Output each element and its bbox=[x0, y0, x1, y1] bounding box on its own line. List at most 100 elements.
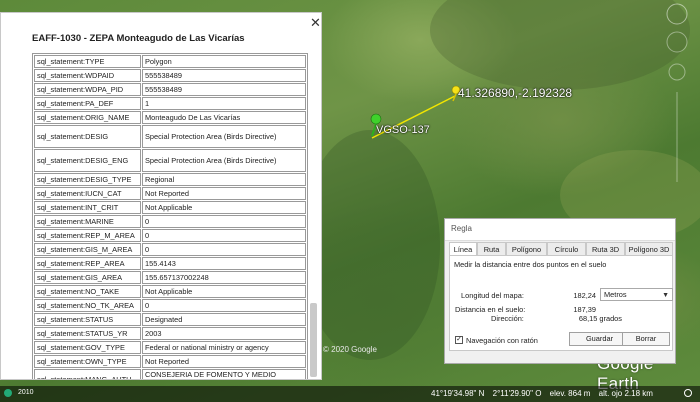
attribute-value: Not Reported bbox=[142, 355, 306, 368]
attribute-value: 0 bbox=[142, 243, 306, 256]
table-row: sql_statement:STATUS_YR 2003 bbox=[34, 327, 306, 340]
longitude-readout: 2°11'29.90" O bbox=[492, 389, 542, 398]
direction-label: Dirección: bbox=[491, 314, 524, 323]
chevron-down-icon: ▼ bbox=[662, 292, 669, 299]
attribute-value: Not Reported bbox=[142, 187, 306, 200]
attribute-value: 0 bbox=[142, 299, 306, 312]
attribute-key: sql_statement:GOV_TYPE bbox=[34, 341, 141, 354]
table-row: sql_statement:NO_TK_AREA 0 bbox=[34, 299, 306, 312]
attribute-key: sql_statement:REP_AREA bbox=[34, 257, 141, 270]
attribute-key: sql_statement:DESIG bbox=[34, 125, 141, 148]
attribute-value: CONSEJERIA DE FOMENTO Y MEDIO AMBIENTE bbox=[142, 369, 306, 379]
tab-linea[interactable]: Línea bbox=[449, 242, 477, 256]
attribute-key: sql_statement:STATUS_YR bbox=[34, 327, 141, 340]
scrollbar-thumb[interactable] bbox=[310, 303, 317, 377]
table-row: sql_statement:REP_AREA 155.4143 bbox=[34, 257, 306, 270]
attribute-key: sql_statement:DESIG_ENG bbox=[34, 149, 141, 172]
clear-button[interactable]: Borrar bbox=[622, 332, 670, 346]
attribute-value: 555538489 bbox=[142, 83, 306, 96]
attribute-key: sql_statement:IUCN_CAT bbox=[34, 187, 141, 200]
table-row: sql_statement:DESIG_ENG Special Protectio… bbox=[34, 149, 306, 172]
ground-distance-value: 187,39 bbox=[573, 305, 596, 314]
status-bar: 2010 41°19'34.98" N 2°11'29.90" O elev. … bbox=[0, 386, 700, 402]
streaming-icon bbox=[684, 389, 692, 397]
tab-ruta-3d[interactable]: Ruta 3D bbox=[586, 242, 625, 255]
attribute-value: Designated bbox=[142, 313, 306, 326]
dialog-body: Medir la distancia entre dos puntos en e… bbox=[449, 255, 673, 351]
info-balloon: ✕ EAFF-1030 - ZEPA Monteagudo de Las Vic… bbox=[0, 12, 322, 380]
copyright-text: © 2020 Google bbox=[323, 345, 377, 354]
save-button[interactable]: Guardar bbox=[569, 332, 630, 346]
table-row: sql_statement:GIS_AREA 155.657137002248 bbox=[34, 271, 306, 284]
elevation-readout: elev. 864 m bbox=[549, 389, 591, 398]
map-length-value: 182,24 bbox=[573, 291, 596, 300]
direction-value: 68,15 grados bbox=[578, 314, 622, 323]
attribute-value: Regional bbox=[142, 173, 306, 186]
mouse-navigation-checkbox[interactable]: ✓ bbox=[455, 336, 463, 344]
table-row: sql_statement:NO_TAKE Not Applicable bbox=[34, 285, 306, 298]
attribute-key: sql_statement:INT_CRIT bbox=[34, 201, 141, 214]
coordinate-label: 41.326890,-2.192328 bbox=[458, 86, 573, 100]
close-icon[interactable]: ✕ bbox=[310, 15, 321, 31]
table-row: sql_statement:INT_CRIT Not Applicable bbox=[34, 201, 306, 214]
table-row: sql_statement:REP_M_AREA 0 bbox=[34, 229, 306, 242]
attribute-value: Monteagudo De Las Vicarías bbox=[142, 111, 306, 124]
attribute-value: Special Protection Area (Birds Directive… bbox=[142, 125, 306, 148]
attribute-value: Not Applicable bbox=[142, 201, 306, 214]
attribute-key: sql_statement:NO_TK_AREA bbox=[34, 299, 141, 312]
table-row: sql_statement:WDPA_PID 555538489 bbox=[34, 83, 306, 96]
table-row: sql_statement:IUCN_CAT Not Reported bbox=[34, 187, 306, 200]
attribute-value: Federal or national ministry or agency bbox=[142, 341, 306, 354]
ruler-dialog: Regla Línea Ruta Polígono Círculo Ruta 3… bbox=[444, 218, 676, 364]
attribute-key: sql_statement:GIS_AREA bbox=[34, 271, 141, 284]
imagery-year: 2010 bbox=[18, 389, 34, 396]
mouse-navigation-label: Navegación con ratón bbox=[466, 336, 538, 345]
table-row: sql_statement:DESIG_TYPE Regional bbox=[34, 173, 306, 186]
attribute-key: sql_statement:PA_DEF bbox=[34, 97, 141, 110]
attribute-key: sql_statement:DESIG_TYPE bbox=[34, 173, 141, 186]
table-row: sql_statement:MARINE 0 bbox=[34, 215, 306, 228]
dialog-title: Regla bbox=[451, 224, 472, 233]
balloon-title: EAFF-1030 - ZEPA Monteagudo de Las Vicar… bbox=[32, 33, 245, 44]
table-row: sql_statement:GOV_TYPE Federal or nationa… bbox=[34, 341, 306, 354]
attribute-key: sql_statement:OWN_TYPE bbox=[34, 355, 141, 368]
historical-imagery-icon[interactable] bbox=[4, 389, 12, 397]
attribute-value: Polygon bbox=[142, 55, 306, 68]
attribute-table: sql_statement:TYPE Polygon sql_statement:W… bbox=[32, 53, 308, 379]
attribute-value: 155.4143 bbox=[142, 257, 306, 270]
table-row: sql_statement:MANG_AUTH CONSEJERIA DE FOM… bbox=[34, 369, 306, 379]
table-row: sql_statement:PA_DEF 1 bbox=[34, 97, 306, 110]
attribute-value: 155.657137002248 bbox=[142, 271, 306, 284]
latitude-readout: 41°19'34.98" N bbox=[431, 389, 485, 398]
attribute-value: 1 bbox=[142, 97, 306, 110]
attribute-key: sql_statement:NO_TAKE bbox=[34, 285, 141, 298]
table-row: sql_statement:OWN_TYPE Not Reported bbox=[34, 355, 306, 368]
navigation-controls[interactable] bbox=[657, 2, 697, 202]
attribute-key: sql_statement:REP_M_AREA bbox=[34, 229, 141, 242]
attribute-value: 555538489 bbox=[142, 69, 306, 82]
tab-circulo[interactable]: Círculo bbox=[547, 242, 586, 255]
eye-altitude-readout: alt. ojo 2.18 km bbox=[598, 389, 653, 398]
tab-ruta[interactable]: Ruta bbox=[477, 242, 506, 255]
table-row: sql_statement:GIS_M_AREA 0 bbox=[34, 243, 306, 256]
tab-poligono[interactable]: Polígono bbox=[506, 242, 547, 255]
measure-description: Medir la distancia entre dos puntos en e… bbox=[454, 260, 607, 269]
attribute-value: 0 bbox=[142, 215, 306, 228]
tab-poligono-3d[interactable]: Polígono 3D bbox=[625, 242, 673, 255]
ground-distance-label: Distancia en el suelo: bbox=[455, 305, 526, 314]
attribute-key: sql_statement:ORIG_NAME bbox=[34, 111, 141, 124]
table-row: sql_statement:STATUS Designated bbox=[34, 313, 306, 326]
table-row: sql_statement:TYPE Polygon bbox=[34, 55, 306, 68]
unit-select[interactable]: Metros ▼ bbox=[600, 288, 673, 301]
attribute-key: sql_statement:GIS_M_AREA bbox=[34, 243, 141, 256]
attribute-value: 0 bbox=[142, 229, 306, 242]
table-row: sql_statement:DESIG Special Protection Ar… bbox=[34, 125, 306, 148]
status-readout: 41°19'34.98" N 2°11'29.90" O elev. 864 m… bbox=[431, 389, 659, 398]
placemark-label[interactable]: VGSO-137 bbox=[376, 124, 430, 136]
dialog-titlebar[interactable] bbox=[445, 219, 675, 241]
attribute-key: sql_statement:MANG_AUTH bbox=[34, 369, 141, 379]
attribute-key: sql_statement:STATUS bbox=[34, 313, 141, 326]
attribute-value: 2003 bbox=[142, 327, 306, 340]
unit-select-value: Metros bbox=[604, 290, 627, 299]
table-row: sql_statement:ORIG_NAME Monteagudo De Las… bbox=[34, 111, 306, 124]
